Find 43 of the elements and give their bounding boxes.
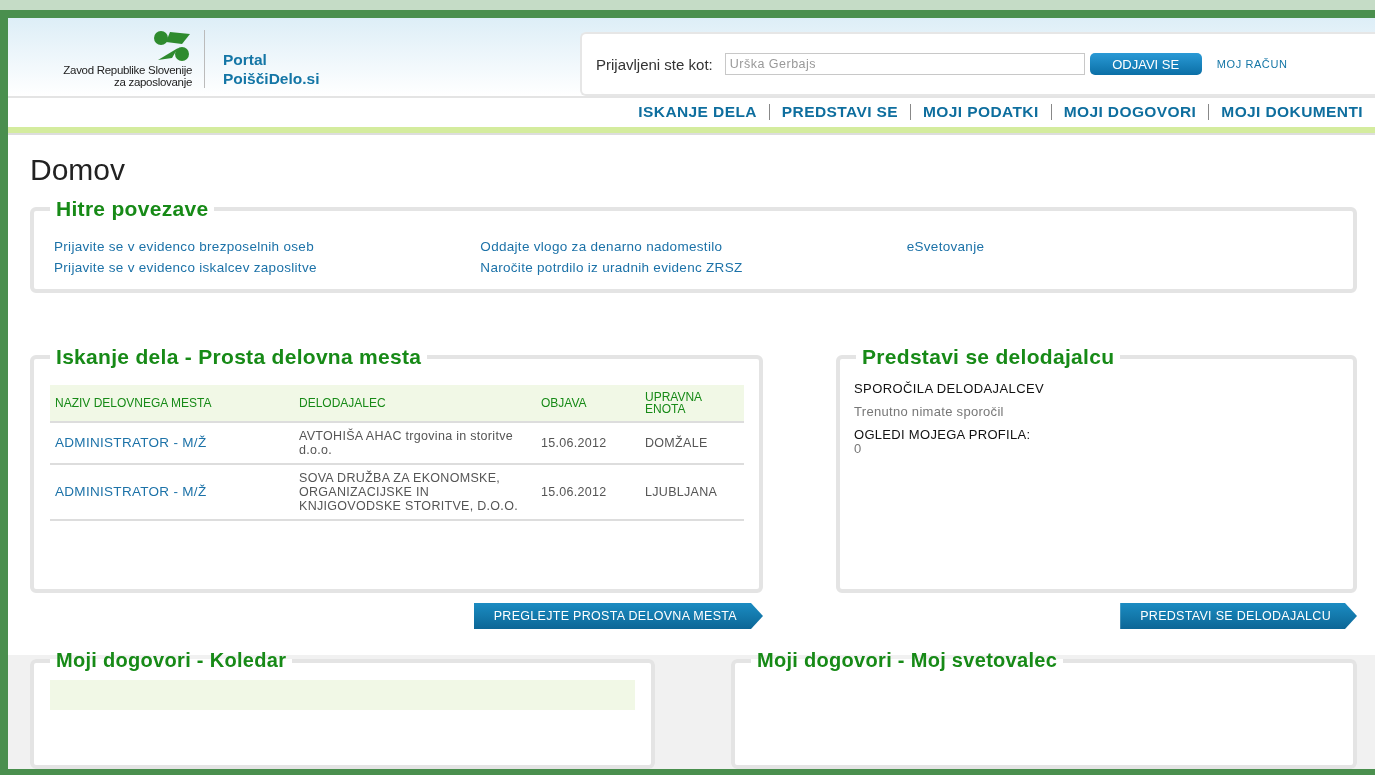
column-header: NAZIV DELOVNEGA MESTA xyxy=(50,385,294,422)
panel-title: Hitre povezave xyxy=(55,197,210,221)
section-heading: SPOROČILA DELODAJALCEV xyxy=(854,381,1046,396)
section-heading: OGLEDI MOJEGA PROFILA: xyxy=(854,428,1032,442)
panel-title: Iskanje dela - Prosta delovna mesta xyxy=(55,345,423,369)
column-header: OBJAVA xyxy=(536,385,640,422)
quick-link[interactable]: eSvetovanje xyxy=(906,239,1333,254)
column-header: DELODAJALEC xyxy=(294,385,536,422)
browse-jobs-button[interactable]: PREGLEJTE PROSTA DELOVNA MESTA xyxy=(473,603,763,629)
nav-link[interactable]: MOJI DOKUMENTI xyxy=(1221,103,1363,122)
column-header: UPRAVNA ENOTA xyxy=(640,385,744,422)
unit-cell: DOMŽALE xyxy=(645,436,708,450)
introduce-button[interactable]: PREDSTAVI SE DELODAJALCU xyxy=(1120,603,1357,629)
quick-link[interactable]: Prijavite se v evidenco iskalcev zaposlitve xyxy=(54,260,481,275)
panel-title: Moji dogovori - Moj svetovalec xyxy=(756,649,1059,672)
employer-cell: AVTOHIŠA AHAC trgovina in storitve d.o.o. xyxy=(299,429,513,457)
job-link[interactable]: ADMINISTRATOR - M/Ž xyxy=(55,484,207,499)
panel-title: Moji dogovori - Koledar xyxy=(55,649,288,672)
empty-message: Trenutno nimate sporočil xyxy=(854,404,1005,419)
view-count: 0 xyxy=(854,442,863,456)
portal-name: Portal xyxy=(223,50,268,69)
account-link[interactable]: MOJ RAČUN xyxy=(1216,58,1288,70)
logo-icon xyxy=(152,30,192,62)
login-label: Prijavljeni ste kot: xyxy=(596,55,713,73)
quick-link[interactable]: Prijavite se v evidenco brezposelnih oseb xyxy=(54,239,481,254)
organization-name: Zavod Republike Slovenije xyxy=(63,64,192,76)
nav-link[interactable]: ISKANJE DELA xyxy=(638,103,757,122)
user-field[interactable]: Urška Gerbajs xyxy=(724,53,1085,75)
job-link[interactable]: ADMINISTRATOR - M/Ž xyxy=(55,435,207,450)
nav-link[interactable]: MOJI DOGOVORI xyxy=(1063,103,1197,122)
logout-button[interactable]: ODJAVI SE xyxy=(1089,53,1202,75)
quick-link[interactable]: Oddajte vlogo za denarno nadomestilo xyxy=(480,239,907,254)
employer-cell: SOVA DRUŽBA ZA EKONOMSKE, ORGANIZACIJSKE IN KNJIGOVODSKE STORITVE, D.O.O. xyxy=(299,471,518,513)
panel-title: Predstavi se delodajalcu xyxy=(861,345,1116,369)
page-title: Domov xyxy=(30,153,127,187)
organization-name: za zaposlovanje xyxy=(114,76,192,88)
portal-name: PoiščiDelo.si xyxy=(223,69,320,88)
date-cell: 15.06.2012 xyxy=(541,436,607,450)
quick-link[interactable]: Naročite potrdilo iz uradnih evidenc ZRSZ xyxy=(480,260,907,275)
unit-cell: LJUBLJANA xyxy=(645,485,718,499)
nav-link[interactable]: PREDSTAVI SE xyxy=(781,103,899,122)
date-cell: 15.06.2012 xyxy=(541,485,607,499)
nav-link[interactable]: MOJI PODATKI xyxy=(923,103,1039,122)
